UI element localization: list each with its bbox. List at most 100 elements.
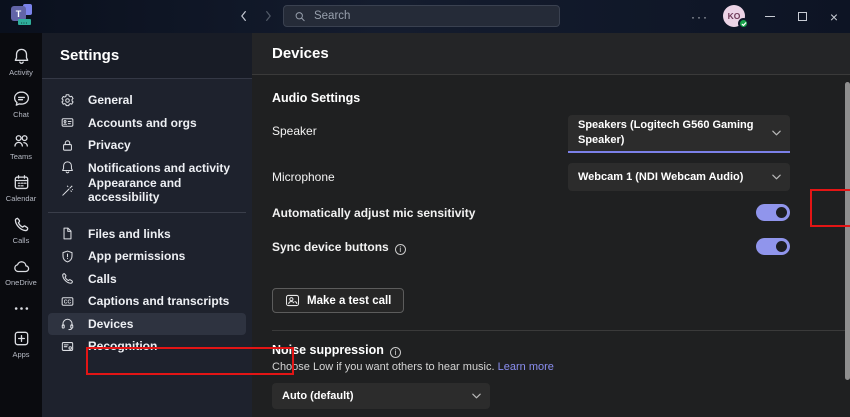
divider [48,212,246,213]
search-icon [294,10,306,23]
maximize-icon [798,12,807,21]
more-dots-icon [12,299,31,318]
speaker-label: Speaker [272,124,317,138]
rail-more-button[interactable] [0,293,42,323]
sidebar-item-appearance[interactable]: Appearance and accessibility [48,179,246,202]
bell-icon [60,160,75,175]
rail-item-onedrive[interactable]: OneDrive [0,251,42,293]
captions-icon: CC [60,294,75,309]
search-box[interactable] [283,5,560,27]
noise-suppression-value: Auto (default) [282,389,353,404]
speaker-value: Speakers (Logitech G560 Gaming Speaker) [578,118,764,148]
sync-buttons-toggle[interactable] [756,238,790,255]
sidebar-item-label: Captions and transcripts [88,294,229,308]
sidebar-item-label: Calls [88,272,117,286]
minimize-button[interactable] [754,0,786,33]
people-icon [12,131,31,150]
test-call-label: Make a test call [307,295,391,307]
gear-icon [60,93,75,108]
sidebar-item-captions[interactable]: CC Captions and transcripts [48,290,246,313]
minimize-icon [765,16,775,17]
chevron-down-icon [771,128,782,139]
learn-more-link[interactable]: Learn more [498,361,554,373]
sidebar-item-label: Accounts and orgs [88,116,197,130]
divider [272,330,845,331]
headset-icon [60,316,75,331]
sidebar-item-files[interactable]: Files and links [48,223,246,246]
sidebar-item-recognition[interactable]: Recognition [48,335,246,358]
teams-logo-icon: T••• [11,4,37,30]
sidebar-title: Settings [42,33,252,79]
sidebar-item-label: App permissions [88,249,185,263]
chevron-left-icon [237,9,251,23]
page-title: Devices [252,33,850,75]
speaker-dropdown[interactable]: Speakers (Logitech G560 Gaming Speaker) [568,115,790,153]
wand-icon [60,183,75,198]
chevron-right-icon [261,9,275,23]
calendar-icon [12,173,31,192]
presence-available-icon [738,18,749,29]
rail-item-chat[interactable]: Chat [0,83,42,125]
rail-item-teams[interactable]: Teams [0,125,42,167]
make-test-call-button[interactable]: Make a test call [272,288,404,313]
profile-button[interactable]: KO [714,0,754,33]
svg-text:CC: CC [64,299,72,305]
sidebar-item-app-permissions[interactable]: App permissions [48,245,246,268]
highlight-box-microphone [810,189,850,227]
file-icon [60,226,75,241]
rail-item-activity[interactable]: Activity [0,41,42,83]
sidebar-item-general[interactable]: General [48,89,246,112]
sidebar-item-privacy[interactable]: Privacy [48,134,246,157]
shield-icon [60,249,75,264]
chevron-down-icon [771,172,782,183]
cloud-icon [12,257,31,276]
chat-icon [12,89,31,108]
id-card-icon [60,115,75,130]
microphone-dropdown[interactable]: Webcam 1 (NDI Webcam Audio) [568,163,790,191]
sidebar-item-accounts[interactable]: Accounts and orgs [48,112,246,135]
bell-icon [12,47,31,66]
search-input[interactable] [314,10,549,22]
lock-icon [60,138,75,153]
sidebar-item-label: General [88,93,133,107]
sidebar-item-devices[interactable]: Devices [48,313,246,336]
chevron-down-icon [471,391,482,402]
close-button[interactable]: × [818,0,850,33]
badge-icon [60,339,75,354]
info-icon: i [395,244,406,255]
info-icon: i [390,347,401,358]
plus-square-icon [12,329,31,348]
maximize-button[interactable] [786,0,818,33]
microphone-label: Microphone [272,170,335,184]
rail-item-apps[interactable]: Apps [0,323,42,365]
app-rail: Activity Chat Teams Calendar Calls OneDr… [0,33,42,417]
phone-icon [12,215,31,234]
devices-panel: Devices Audio Settings Speaker Speakers … [252,33,850,417]
sidebar-item-calls[interactable]: Calls [48,268,246,291]
scrollbar[interactable] [845,82,850,380]
noise-suppression-title: Noise suppressioni [272,343,401,358]
sidebar-item-label: Privacy [88,138,131,152]
microphone-value: Webcam 1 (NDI Webcam Audio) [578,170,743,185]
title-bar: T••• ··· KO × [0,0,850,33]
sidebar-item-label: Notifications and activity [88,161,230,175]
settings-sidebar: Settings General Accounts and orgs Priva… [42,33,252,417]
noise-suppression-description: Choose Low if you want others to hear mu… [272,361,554,373]
back-button[interactable] [236,8,252,24]
more-options-button[interactable]: ··· [686,10,714,24]
rail-item-calls[interactable]: Calls [0,209,42,251]
forward-button[interactable] [260,8,276,24]
sidebar-item-label: Recognition [88,339,157,353]
test-call-icon [285,293,300,308]
mic-sensitivity-toggle[interactable] [756,204,790,221]
sync-buttons-label: Sync device buttonsi [272,240,406,255]
sidebar-item-label: Appearance and accessibility [88,176,246,204]
rail-item-calendar[interactable]: Calendar [0,167,42,209]
phone-icon [60,271,75,286]
audio-settings-title: Audio Settings [272,91,360,105]
sidebar-item-label: Devices [88,317,133,331]
noise-suppression-dropdown[interactable]: Auto (default) [272,383,490,409]
sidebar-item-label: Files and links [88,227,171,241]
mic-sensitivity-label: Automatically adjust mic sensitivity [272,206,475,220]
teams-settings-window: T••• ··· KO × Activity [0,0,850,417]
